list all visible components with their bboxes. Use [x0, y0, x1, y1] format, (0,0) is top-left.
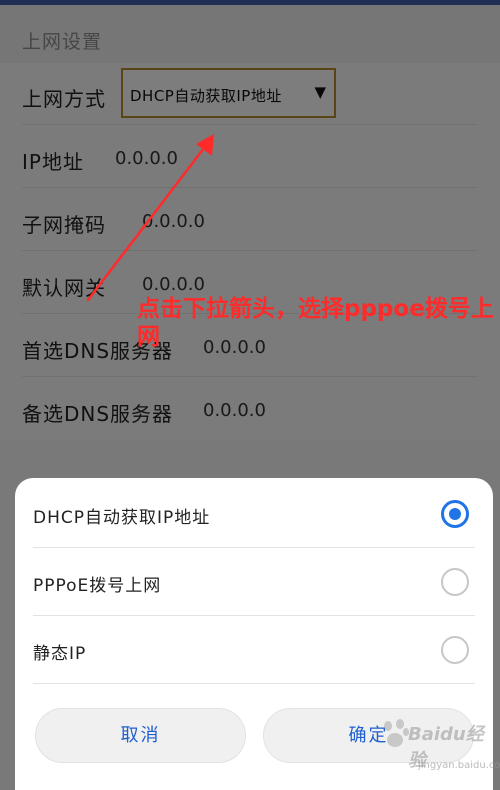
annotation-text: 点击下拉箭头，选择pppoe拨号上网: [137, 296, 494, 350]
option-pppoe[interactable]: PPPoE拨号上网: [15, 548, 493, 616]
divider: [33, 683, 475, 684]
paw-logo-icon: [384, 719, 409, 747]
option-static-ip[interactable]: 静态IP: [15, 616, 493, 684]
watermark-url: jingyan.baidu.com: [418, 760, 500, 771]
baidu-watermark: Baidu经验 jingyan.baidu.com: [378, 712, 500, 788]
option-label: PPPoE拨号上网: [33, 576, 162, 596]
option-dhcp[interactable]: DHCP自动获取IP地址: [15, 480, 493, 548]
radio-selected-icon[interactable]: [441, 500, 469, 528]
radio-unselected-icon[interactable]: [441, 636, 469, 664]
option-label: DHCP自动获取IP地址: [33, 508, 211, 528]
radio-unselected-icon[interactable]: [441, 568, 469, 596]
option-label: 静态IP: [33, 644, 87, 664]
cancel-button[interactable]: 取消: [35, 708, 246, 763]
